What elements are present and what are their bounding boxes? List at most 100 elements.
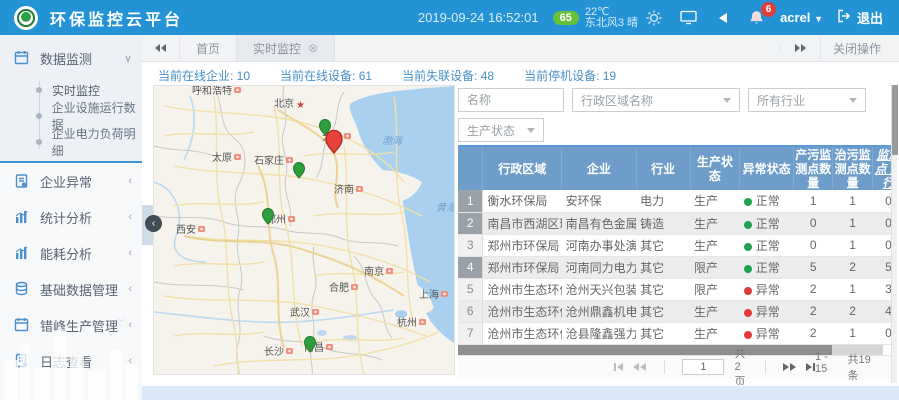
page-number-input[interactable] xyxy=(682,359,724,375)
prev-page-button[interactable] xyxy=(633,363,646,371)
tab-1[interactable]: 实时监控⊗ xyxy=(236,35,335,61)
table-row[interactable]: 6沧州市生态环保局沧州鼎鑫机电设备其它生产异常224 xyxy=(458,300,891,322)
run-points-cell: 0 xyxy=(872,212,891,234)
record-total-label: 共19条 xyxy=(848,351,875,383)
panel-vertical-scrollbar[interactable] xyxy=(891,85,897,383)
collapse-map-button[interactable]: ‹ xyxy=(145,215,162,232)
column-header[interactable]: 异常状态 xyxy=(740,146,794,190)
tabs-scroll-left-icon[interactable] xyxy=(142,35,180,61)
map-city-badge-dot xyxy=(346,135,348,137)
column-header[interactable]: 行业 xyxy=(636,146,690,190)
abnormal-status-cell: 正常 xyxy=(740,234,794,256)
treat-points-cell: 1 xyxy=(833,190,872,212)
map-sea-label: 渤海 xyxy=(382,135,404,147)
production-status-cell: 限产 xyxy=(690,256,740,278)
company-cell: 沧州天兴包装制品 xyxy=(562,278,637,300)
screen-icon[interactable] xyxy=(678,8,698,28)
tabs-scroll-right-icon[interactable] xyxy=(780,44,820,52)
production-status-cell: 限产 xyxy=(690,278,740,300)
table-row[interactable]: 2南昌市西湖区环保局南昌有色金属有限公司铸造生产正常010 xyxy=(458,212,891,234)
map-panel[interactable]: 呼和浩特北京★天津太原石家庄济南西安郑州南京合肥上海武汉杭州长沙南昌渤海黄海 xyxy=(153,85,455,375)
last-page-button[interactable] xyxy=(806,363,815,371)
industry-cell: 其它 xyxy=(636,322,690,344)
enterprise-list-panel: 行政区域名称 所有行业 生产状态 行政区域企业行业生产状态异常状态产污监测点数量… xyxy=(458,85,891,385)
sidebar-item-label: 基础数据管理 xyxy=(40,280,118,299)
produce-points-cell: 2 xyxy=(794,322,833,344)
temperature-label: 22℃ xyxy=(585,7,638,18)
industry-select[interactable]: 所有行业 xyxy=(748,88,866,112)
status-dot-icon xyxy=(744,287,752,295)
column-header[interactable]: 企业 xyxy=(562,146,637,190)
logout-button[interactable]: 退出 xyxy=(837,8,883,27)
bullet-dot-icon xyxy=(36,87,42,93)
status-dot-icon xyxy=(744,221,752,229)
row-number-cell: 6 xyxy=(458,300,483,322)
industry-cell: 其它 xyxy=(636,278,690,300)
column-header[interactable]: 治污监测点数量 xyxy=(833,146,872,190)
map-city-badge-dot xyxy=(443,293,445,295)
map-city-badge-dot xyxy=(358,188,360,190)
notification-count-badge[interactable]: 6 xyxy=(761,2,776,17)
region-select[interactable]: 行政区域名称 xyxy=(572,88,740,112)
row-number-cell: 7 xyxy=(458,322,483,344)
sidebar-item-3[interactable]: 能耗分析‹ xyxy=(0,235,142,271)
production-status-cell: 生产 xyxy=(690,300,740,322)
tab-close-icon[interactable]: ⊗ xyxy=(308,41,318,55)
region-cell: 沧州市生态环保局 xyxy=(483,300,562,322)
sidebar-item-4[interactable]: 基础数据管理 ‹ xyxy=(0,271,142,307)
chevron-left-icon: ‹ xyxy=(128,283,132,295)
bullet-dot-icon xyxy=(36,139,42,145)
treat-points-cell: 1 xyxy=(833,278,872,300)
region-cell: 衡水环保局 xyxy=(483,190,562,212)
column-header[interactable]: 生产状态 xyxy=(690,146,740,190)
sidebar-item-1[interactable]: 企业异常‹ xyxy=(0,163,142,199)
industry-cell: 电力 xyxy=(636,190,690,212)
abnormal-status-cell: 正常 xyxy=(740,212,794,234)
company-cell: 沧县隆鑫强力加工 xyxy=(562,322,637,344)
chevron-left-icon: ‹ xyxy=(128,247,132,259)
pagination-bar: 共2页 1 - 15 共19条 xyxy=(458,355,891,379)
column-header[interactable]: 行政区域 xyxy=(483,146,562,190)
filter-bar: 行政区域名称 所有行业 生产状态 xyxy=(458,85,891,145)
sun-icon xyxy=(644,8,664,28)
log-icon xyxy=(14,353,30,369)
table-row[interactable]: 3郑州市环保局河南办事处演示其它生产正常010 xyxy=(458,234,891,256)
next-page-button[interactable] xyxy=(783,363,796,371)
first-page-button[interactable] xyxy=(614,363,623,371)
map-city-badge-dot xyxy=(353,286,355,288)
sidebar-item-0[interactable]: 数据监测∨ xyxy=(0,41,142,75)
chevron-left-icon: ‹ xyxy=(128,319,132,331)
production-status-select[interactable]: 生产状态 xyxy=(458,118,544,142)
chevron-down-icon xyxy=(527,128,535,133)
bell-icon[interactable]: 6 xyxy=(746,8,766,28)
table-row[interactable]: 7沧州市生态环保局沧县隆鑫强力加工其它生产异常210 xyxy=(458,322,891,344)
calendar-icon xyxy=(14,317,30,333)
row-number-cell: 1 xyxy=(458,190,483,212)
aqi-badge: 65 xyxy=(553,11,579,25)
table-row[interactable]: 5沧州市生态环保局沧州天兴包装制品其它限产异常213 xyxy=(458,278,891,300)
map-city-label: 西安 xyxy=(176,223,196,236)
sound-icon[interactable] xyxy=(712,8,732,28)
industry-cell: 其它 xyxy=(636,256,690,278)
logout-icon xyxy=(837,9,852,26)
name-search-input[interactable] xyxy=(458,88,564,112)
map-city-badge-dot xyxy=(236,156,238,158)
sidebar-subitem[interactable]: 企业电力负荷明细 xyxy=(0,129,142,155)
table-row[interactable]: 4郑州市环保局河南同力电力设计院其它限产正常525 xyxy=(458,256,891,278)
abnormal-status-cell: 异常 xyxy=(740,278,794,300)
run-points-cell: 0 xyxy=(872,234,891,256)
status-stat: 当前在线设备: 61 xyxy=(280,67,372,85)
sidebar-item-2[interactable]: 统计分析‹ xyxy=(0,199,142,235)
table-row[interactable]: 1衡水环保局安环保电力生产正常110 xyxy=(458,190,891,212)
region-cell: 南昌市西湖区环保局 xyxy=(483,212,562,234)
produce-points-cell: 0 xyxy=(794,212,833,234)
produce-points-cell: 0 xyxy=(794,234,833,256)
status-dot-icon xyxy=(744,265,752,273)
tab-0[interactable]: 首页 xyxy=(180,35,236,61)
column-header[interactable]: 产污监测点数量 xyxy=(794,146,833,190)
user-menu[interactable]: acrel ▼ xyxy=(780,10,823,25)
column-header[interactable]: 监测点 运行 xyxy=(872,146,891,190)
close-operations-button[interactable]: 关闭操作 xyxy=(820,35,899,61)
sidebar-item-6[interactable]: 日志查看‹ xyxy=(0,343,142,379)
sidebar-item-5[interactable]: 错峰生产管理‹ xyxy=(0,307,142,343)
